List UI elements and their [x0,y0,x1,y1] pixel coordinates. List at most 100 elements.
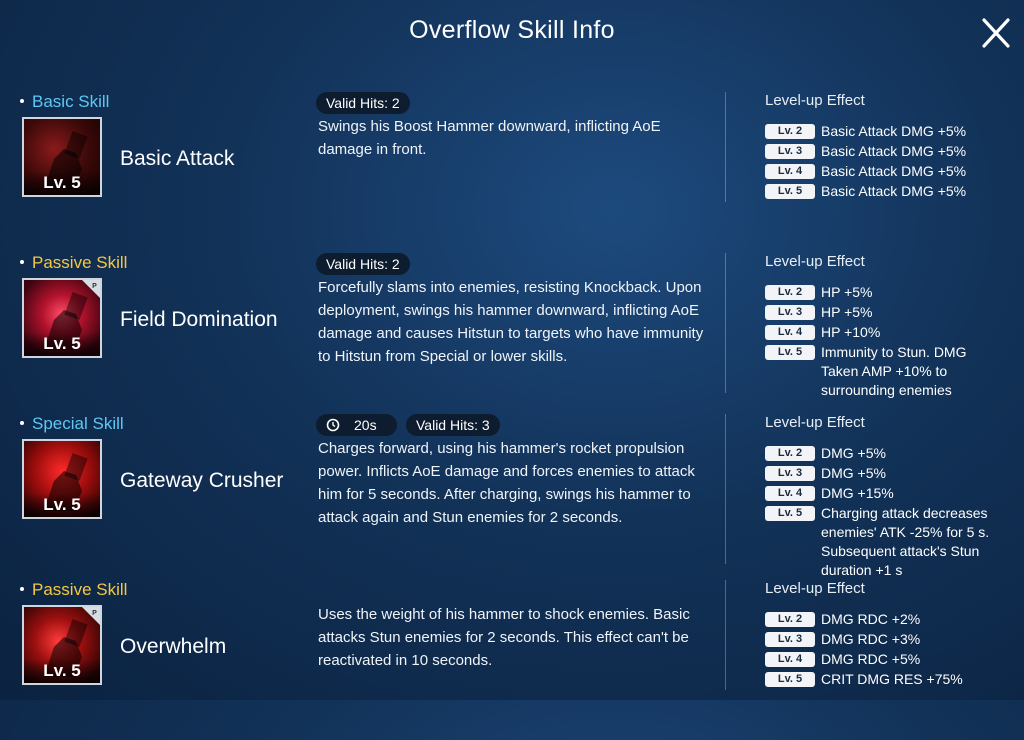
level-effect-text: Immunity to Stun. DMG Taken AMP +10% to … [821,344,967,398]
skill-icon[interactable]: P Lv. 5 [22,278,102,358]
skill-level-label: Lv. 5 [24,171,100,195]
levelup-row: Lv. 3 DMG +5% [765,464,1021,483]
skill-icon[interactable]: P Lv. 5 [22,605,102,685]
skill-description: Swings his Boost Hammer downward, inflic… [318,118,661,158]
valid-hits-pill: Valid Hits: 2 [316,92,410,114]
level-effect-text: Charging attack decreases enemies' ATK -… [821,505,990,578]
skill-category: Basic Skill [20,92,109,112]
levelup-row: Lv. 5 Immunity to Stun. DMG Taken AMP +10… [765,343,981,400]
level-effect-text: Basic Attack DMG +5% [821,163,967,179]
levelup-row: Lv. 5 CRIT DMG RES +75% [765,670,1021,689]
level-effect-text: HP +5% [821,284,873,300]
levelup-row: Lv. 2 Basic Attack DMG +5% [765,122,1021,141]
section-divider [725,580,726,690]
valid-hits-pill: Valid Hits: 3 [406,414,500,436]
level-effect-text: CRIT DMG RES +75% [821,671,963,687]
levelup-row: Lv. 3 DMG RDC +3% [765,630,1021,649]
bullet-dot-icon [20,420,24,425]
level-tag: Lv. 3 [765,144,815,159]
level-tag: Lv. 5 [765,184,815,199]
skill-section: Basic Skill Lv. 5 Basic Attack Valid Hits: … [0,92,1024,252]
level-effect-text: DMG +15% [821,485,894,501]
level-tag: Lv. 3 [765,466,815,481]
bullet-dot-icon [20,259,24,264]
levelup-row: Lv. 4 Basic Attack DMG +5% [765,162,1021,181]
level-tag: Lv. 2 [765,446,815,461]
svg-text:P: P [92,283,97,290]
level-effect-text: Basic Attack DMG +5% [821,143,967,159]
passive-badge-icon: P [82,280,100,298]
levelup-effect-title: Level-up Effect [765,253,865,270]
skill-name: Gateway Crusher [120,469,284,492]
level-effect-text: HP +5% [821,304,873,320]
svg-text:P: P [92,610,97,617]
close-icon[interactable] [978,15,1014,51]
level-effect-text: DMG RDC +5% [821,651,921,667]
level-effect-text: Basic Attack DMG +5% [821,183,967,199]
level-tag: Lv. 4 [765,325,815,340]
skill-category: Passive Skill [20,580,127,600]
level-tag: Lv. 5 [765,345,815,360]
skill-icon[interactable]: Lv. 5 [22,117,102,197]
page-title: Overflow Skill Info [409,16,615,44]
skill-section: Passive Skill P Lv. 5 Field Domination Valid… [0,253,1024,413]
bullet-dot-icon [20,98,24,103]
skill-name: Overwhelm [120,635,227,658]
level-tag: Lv. 2 [765,612,815,627]
levelup-row: Lv. 4 DMG +15% [765,484,1021,503]
levelup-row: Lv. 4 HP +10% [765,323,1021,342]
skill-category-label: Passive Skill [32,253,128,272]
level-effect-text: DMG +5% [821,465,886,481]
level-tag: Lv. 2 [765,124,815,139]
levelup-effect-title: Level-up Effect [765,92,865,109]
skill-name: Field Domination [120,308,278,331]
skill-category-label: Basic Skill [32,92,110,111]
levelup-effect-title: Level-up Effect [765,580,865,597]
level-effect-text: HP +10% [821,324,881,340]
levelup-row: Lv. 4 DMG RDC +5% [765,650,1021,669]
levelup-row: Lv. 5 Charging attack decreases enemies' … [765,504,1016,580]
section-divider [725,414,726,564]
bullet-dot-icon [20,586,24,591]
level-tag: Lv. 4 [765,486,815,501]
levelup-row: Lv. 3 HP +5% [765,303,1021,322]
cooldown-label: 20s [354,417,377,433]
skill-description: Charges forward, using his hammer's rock… [318,440,695,526]
level-effect-text: DMG RDC +2% [821,611,921,627]
skill-description: Uses the weight of his hammer to shock e… [318,606,690,669]
skill-category-label: Special Skill [32,414,124,433]
skill-name: Basic Attack [120,147,235,170]
level-tag: Lv. 3 [765,632,815,647]
skill-section: Passive Skill P Lv. 5 Overwhelm Uses the wei… [0,580,1024,740]
skill-level-label: Lv. 5 [24,493,100,517]
passive-badge-icon: P [82,607,100,625]
levelup-row: Lv. 3 Basic Attack DMG +5% [765,142,1021,161]
skill-level-label: Lv. 5 [24,332,100,356]
level-effect-text: DMG +5% [821,445,886,461]
levelup-effect-title: Level-up Effect [765,414,865,431]
valid-hits-pill: Valid Hits: 2 [316,253,410,275]
skill-section: Special Skill Lv. 5 Gateway Crusher 20s Vali… [0,414,1024,578]
level-tag: Lv. 5 [765,672,815,687]
cooldown-pill: 20s [316,414,397,436]
skill-category: Passive Skill [20,253,127,273]
levelup-row: Lv. 5 Basic Attack DMG +5% [765,182,1021,201]
section-divider [725,92,726,202]
cooldown-clock-icon [326,418,340,432]
skill-level-label: Lv. 5 [24,659,100,683]
levelup-row: Lv. 2 DMG RDC +2% [765,610,1021,629]
skill-category: Special Skill [20,414,124,434]
skill-icon[interactable]: Lv. 5 [22,439,102,519]
level-effect-text: Basic Attack DMG +5% [821,123,967,139]
level-tag: Lv. 2 [765,285,815,300]
level-tag: Lv. 3 [765,305,815,320]
levelup-row: Lv. 2 DMG +5% [765,444,1021,463]
levelup-row: Lv. 2 HP +5% [765,283,1021,302]
level-tag: Lv. 4 [765,164,815,179]
skill-description: Forcefully slams into enemies, resisting… [318,279,704,365]
level-tag: Lv. 4 [765,652,815,667]
level-effect-text: DMG RDC +3% [821,631,921,647]
skill-category-label: Passive Skill [32,580,128,599]
level-tag: Lv. 5 [765,506,815,521]
section-divider [725,253,726,393]
